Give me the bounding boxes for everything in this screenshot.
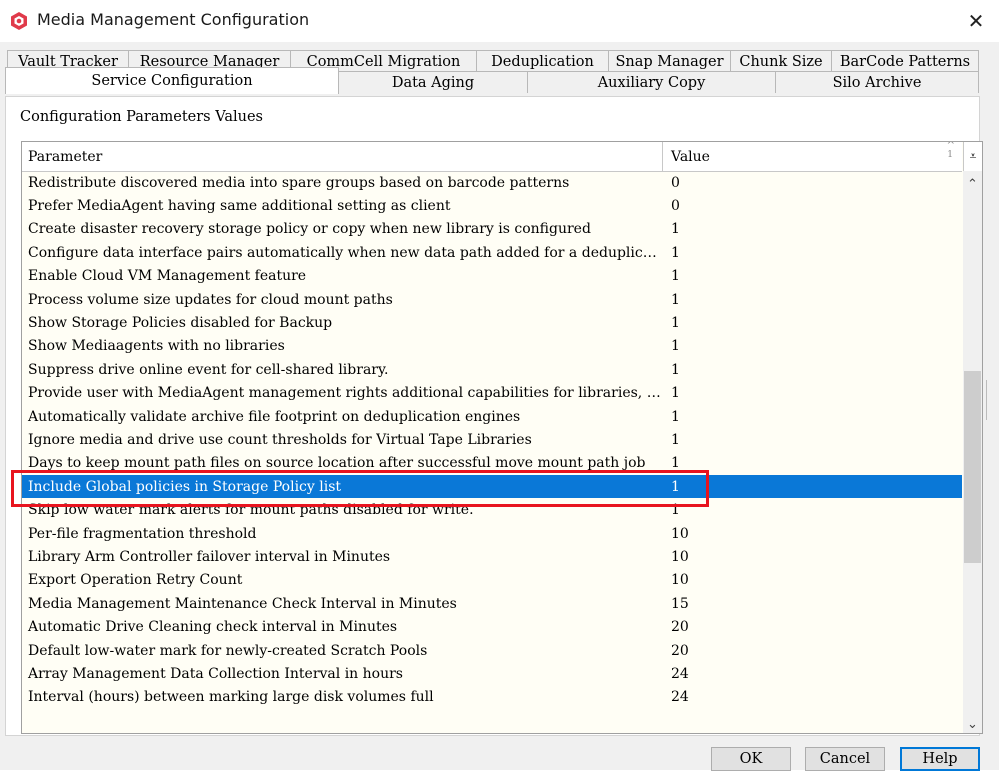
parameter-cell: Show Mediaagents with no libraries xyxy=(28,338,285,355)
tab-barcode-patterns[interactable]: BarCode Patterns xyxy=(832,50,979,72)
value-cell[interactable]: 15 xyxy=(663,596,959,612)
parameters-grid: Parameter Value ^ 1 ⩡ Redistribute disco… xyxy=(21,141,983,734)
tab-deduplication[interactable]: Deduplication xyxy=(477,50,609,72)
value-cell[interactable]: 1 xyxy=(663,245,959,261)
value-cell[interactable]: 1 xyxy=(663,409,959,425)
parameter-cell: Redistribute discovered media into spare… xyxy=(28,174,570,191)
parameter-cell: Create disaster recovery storage policy … xyxy=(28,221,591,238)
table-row[interactable]: Per-file fragmentation threshold 10 xyxy=(22,522,962,545)
parameter-cell: Configure data interface pairs automatic… xyxy=(28,244,663,261)
table-row[interactable]: Show Mediaagents with no libraries 1 xyxy=(22,335,962,358)
value-cell[interactable]: 0 xyxy=(663,175,959,191)
value-cell[interactable]: 1 xyxy=(663,338,959,354)
table-row[interactable]: Create disaster recovery storage policy … xyxy=(22,218,962,241)
parameter-cell: Default low-water mark for newly-created… xyxy=(28,642,428,659)
ok-button[interactable]: OK xyxy=(711,747,791,771)
column-chooser-button[interactable]: ⩡ xyxy=(963,142,982,171)
value-cell[interactable]: 10 xyxy=(663,572,959,588)
table-row[interactable]: Configure data interface pairs automatic… xyxy=(22,241,962,264)
value-cell[interactable]: 0 xyxy=(663,198,959,214)
value-cell[interactable]: 10 xyxy=(663,549,959,565)
value-cell[interactable]: 1 xyxy=(663,315,959,331)
dialog-window: Media Management Configuration ✕ Vault T… xyxy=(0,0,999,771)
table-row[interactable]: Enable Cloud VM Management feature 1 xyxy=(22,265,962,288)
table-row[interactable]: Automatically validate archive file foot… xyxy=(22,405,962,428)
vertical-scrollbar[interactable]: ⌃ ⌄ xyxy=(963,171,982,733)
table-row[interactable]: Default low-water mark for newly-created… xyxy=(22,639,962,662)
table-row[interactable]: Library Arm Controller failover interval… xyxy=(22,545,962,568)
parameter-cell: Suppress drive online event for cell-sha… xyxy=(28,361,389,378)
parameter-cell: Array Management Data Collection Interva… xyxy=(28,665,403,682)
title-bar: Media Management Configuration ✕ xyxy=(0,0,999,42)
table-row[interactable]: Prefer MediaAgent having same additional… xyxy=(22,194,962,217)
parameter-cell: Automatic Drive Cleaning check interval … xyxy=(28,619,398,636)
column-header-parameter[interactable]: Parameter xyxy=(22,142,663,171)
value-cell[interactable]: 1 xyxy=(663,362,959,378)
parameter-cell: Show Storage Policies disabled for Backu… xyxy=(28,315,333,332)
window-title: Media Management Configuration xyxy=(37,10,310,29)
parameter-cell: Prefer MediaAgent having same additional… xyxy=(28,198,451,215)
window-edge-strip xyxy=(986,380,999,420)
parameter-cell: Media Management Maintenance Check Inter… xyxy=(28,595,457,612)
value-cell[interactable]: 1 xyxy=(663,221,959,237)
double-chevron-down-icon: ⩡ xyxy=(969,149,977,163)
table-row[interactable]: Show Storage Policies disabled for Backu… xyxy=(22,311,962,334)
grid-header: Parameter Value ^ 1 xyxy=(22,142,962,172)
tab-service-configuration[interactable]: Service Configuration xyxy=(5,67,339,94)
scroll-up-icon[interactable]: ⌃ xyxy=(963,175,982,193)
help-button[interactable]: Help xyxy=(900,747,980,771)
tab-snap-manager[interactable]: Snap Manager xyxy=(609,50,731,72)
parameter-cell: Provide user with MediaAgent management … xyxy=(28,385,663,402)
value-cell[interactable]: 20 xyxy=(663,619,959,635)
parameter-cell: Ignore media and drive use count thresho… xyxy=(28,431,532,448)
tab-data-aging[interactable]: Data Aging xyxy=(339,71,528,93)
table-row[interactable]: Media Management Maintenance Check Inter… xyxy=(22,592,962,615)
value-cell[interactable]: 1 xyxy=(663,455,959,471)
table-row[interactable]: Automatic Drive Cleaning check interval … xyxy=(22,615,962,638)
table-row[interactable]: Export Operation Retry Count 10 xyxy=(22,569,962,592)
parameter-cell: Enable Cloud VM Management feature xyxy=(28,268,307,285)
grid-rows: Redistribute discovered media into spare… xyxy=(22,171,962,709)
group-label: Configuration Parameters Values xyxy=(20,109,264,125)
scroll-down-icon[interactable]: ⌄ xyxy=(963,715,982,733)
red-highlight-box xyxy=(11,470,709,507)
value-cell[interactable]: 1 xyxy=(663,385,959,401)
tab-silo-archive[interactable]: Silo Archive xyxy=(776,71,979,93)
parameter-cell: Automatically validate archive file foot… xyxy=(28,408,521,425)
sort-order-number: 1 xyxy=(947,150,953,160)
tab-row-front: Service Configuration Data Aging Auxilia… xyxy=(5,67,979,94)
parameter-cell: Export Operation Retry Count xyxy=(28,572,243,589)
table-row[interactable]: Suppress drive online event for cell-sha… xyxy=(22,358,962,381)
table-row[interactable]: Process volume size updates for cloud mo… xyxy=(22,288,962,311)
column-header-value[interactable]: Value ^ 1 xyxy=(664,142,959,171)
tab-auxiliary-copy[interactable]: Auxiliary Copy xyxy=(528,71,776,93)
table-row[interactable]: Array Management Data Collection Interva… xyxy=(22,662,962,685)
value-cell[interactable]: 24 xyxy=(663,689,959,705)
parameter-cell: Per-file fragmentation threshold xyxy=(28,525,257,542)
parameter-cell: Interval (hours) between marking large d… xyxy=(28,689,434,706)
value-cell[interactable]: 1 xyxy=(663,268,959,284)
table-row[interactable]: Redistribute discovered media into spare… xyxy=(22,171,962,194)
scrollbar-thumb[interactable] xyxy=(964,371,981,563)
table-row[interactable]: Provide user with MediaAgent management … xyxy=(22,382,962,405)
commvault-app-icon xyxy=(11,12,27,30)
service-configuration-panel: Configuration Parameters Values Paramete… xyxy=(5,96,983,736)
cancel-button[interactable]: Cancel xyxy=(805,747,885,771)
parameter-cell: Process volume size updates for cloud mo… xyxy=(28,291,393,308)
value-cell[interactable]: 24 xyxy=(663,666,959,682)
value-cell[interactable]: 10 xyxy=(663,526,959,542)
table-row[interactable]: Interval (hours) between marking large d… xyxy=(22,686,962,709)
close-icon[interactable]: ✕ xyxy=(953,0,999,42)
table-row[interactable]: Ignore media and drive use count thresho… xyxy=(22,428,962,451)
column-header-value-label: Value xyxy=(671,148,710,165)
parameter-cell: Days to keep mount path files on source … xyxy=(28,455,646,472)
value-cell[interactable]: 20 xyxy=(663,643,959,659)
parameter-cell: Library Arm Controller failover interval… xyxy=(28,548,391,565)
tab-chunk-size[interactable]: Chunk Size xyxy=(731,50,832,72)
value-cell[interactable]: 1 xyxy=(663,432,959,448)
value-cell[interactable]: 1 xyxy=(663,292,959,308)
